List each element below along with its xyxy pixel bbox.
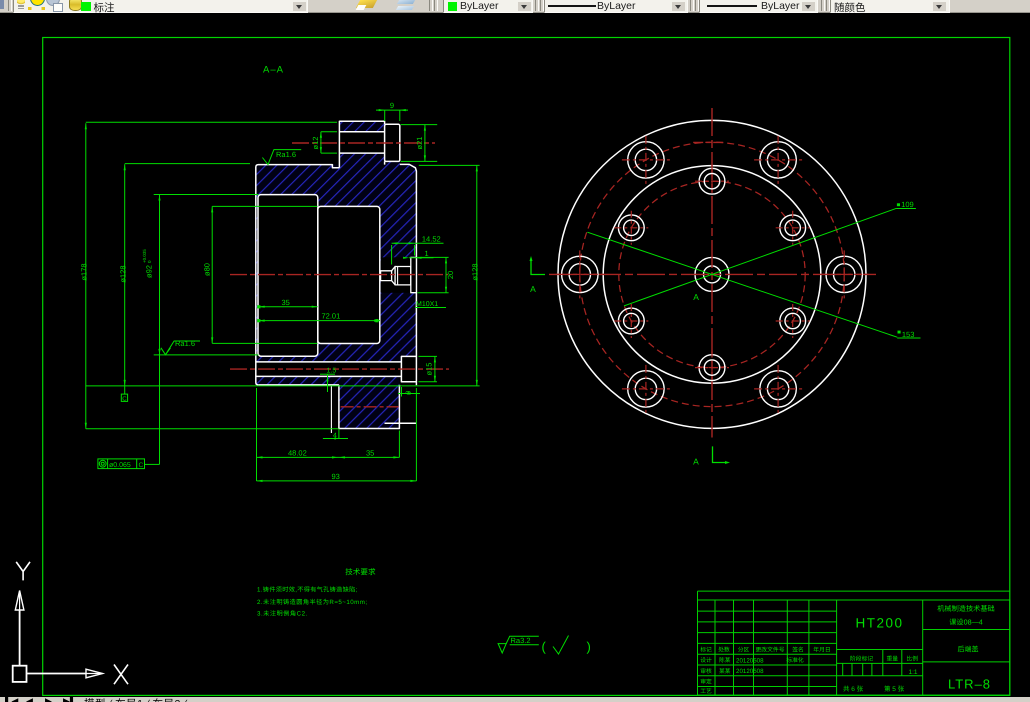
svg-text:1:1: 1:1: [908, 669, 917, 676]
svg-text:阶段标记: 阶段标记: [850, 655, 873, 662]
svg-text:C: C: [122, 395, 127, 402]
svg-text:审定: 审定: [700, 679, 712, 686]
svg-text:工艺: 工艺: [700, 688, 712, 695]
svg-text:ø92: ø92: [145, 265, 154, 278]
svg-text:某某: 某某: [719, 668, 731, 675]
svg-text:3.未注明倒角C2.: 3.未注明倒角C2.: [257, 609, 308, 617]
svg-text:ø21: ø21: [415, 137, 424, 150]
svg-text:35: 35: [282, 298, 290, 307]
svg-text:标准化: 标准化: [786, 657, 804, 664]
svg-text:93: 93: [332, 472, 340, 481]
svg-text:第 5 张: 第 5 张: [884, 685, 905, 693]
svg-text:C: C: [139, 462, 144, 469]
svg-text:1.5: 1.5: [327, 367, 337, 374]
svg-text:A: A: [693, 292, 699, 302]
svg-text:课设08—4: 课设08—4: [949, 618, 983, 627]
svg-text:35: 35: [366, 448, 374, 457]
svg-text:处数: 处数: [718, 646, 730, 653]
svg-text:ø0.065: ø0.065: [109, 462, 131, 469]
svg-text:ø15: ø15: [425, 363, 434, 376]
svg-text:9: 9: [390, 101, 394, 110]
svg-text:ø80: ø80: [203, 263, 212, 276]
svg-text:ø128: ø128: [118, 265, 127, 282]
svg-text:Ra1.6: Ra1.6: [276, 150, 296, 159]
svg-text:109: 109: [901, 200, 914, 209]
svg-text:HT200: HT200: [855, 616, 903, 631]
svg-text:20120508: 20120508: [736, 657, 764, 664]
svg-text:机械制造技术基础: 机械制造技术基础: [937, 604, 995, 613]
svg-text:9: 9: [405, 391, 412, 395]
svg-text:72.01: 72.01: [322, 312, 341, 321]
svg-text:153: 153: [902, 330, 915, 339]
svg-text:A: A: [693, 456, 699, 466]
svg-text:重量: 重量: [886, 655, 898, 662]
svg-text:(: (: [542, 639, 547, 654]
svg-text:ø128: ø128: [471, 263, 480, 280]
svg-text:比例: 比例: [906, 655, 918, 662]
svg-text:): ): [587, 639, 591, 654]
svg-text:ø12: ø12: [311, 137, 320, 150]
svg-text:A: A: [530, 284, 536, 294]
svg-text:LTR–8: LTR–8: [948, 677, 991, 692]
svg-text:审核: 审核: [700, 668, 712, 675]
svg-text:Ra1.6: Ra1.6: [175, 339, 195, 348]
svg-text:共 6 张: 共 6 张: [843, 685, 864, 693]
svg-text:1: 1: [425, 249, 429, 258]
svg-text:技术要求: 技术要求: [345, 568, 376, 577]
svg-text:20120508: 20120508: [736, 668, 764, 675]
svg-text:分区: 分区: [738, 646, 750, 653]
svg-text:A–A: A–A: [263, 65, 284, 76]
svg-text:设计: 设计: [700, 657, 712, 664]
svg-text:1.铸件须时效,不得有气孔铸造缺陷;: 1.铸件须时效,不得有气孔铸造缺陷;: [257, 586, 358, 594]
svg-text:更改文件号: 更改文件号: [756, 646, 785, 653]
svg-text:2.未注明铸造圆角半径为R=5~10mm;: 2.未注明铸造圆角半径为R=5~10mm;: [257, 598, 368, 606]
svg-text:20: 20: [446, 271, 455, 279]
svg-text:标记: 标记: [700, 646, 712, 653]
svg-text:陈某: 陈某: [719, 657, 731, 664]
svg-text:年月日: 年月日: [813, 646, 830, 653]
svg-text:ø178: ø178: [80, 263, 89, 280]
svg-text:Ra3.2: Ra3.2: [511, 636, 531, 645]
svg-text:48.02: 48.02: [288, 448, 307, 457]
svg-text:4: 4: [333, 432, 337, 439]
svg-text:M10X1: M10X1: [416, 301, 438, 308]
svg-text:后端盖: 后端盖: [958, 646, 979, 654]
svg-text:签名: 签名: [792, 646, 804, 653]
svg-text:14.52: 14.52: [422, 235, 441, 244]
